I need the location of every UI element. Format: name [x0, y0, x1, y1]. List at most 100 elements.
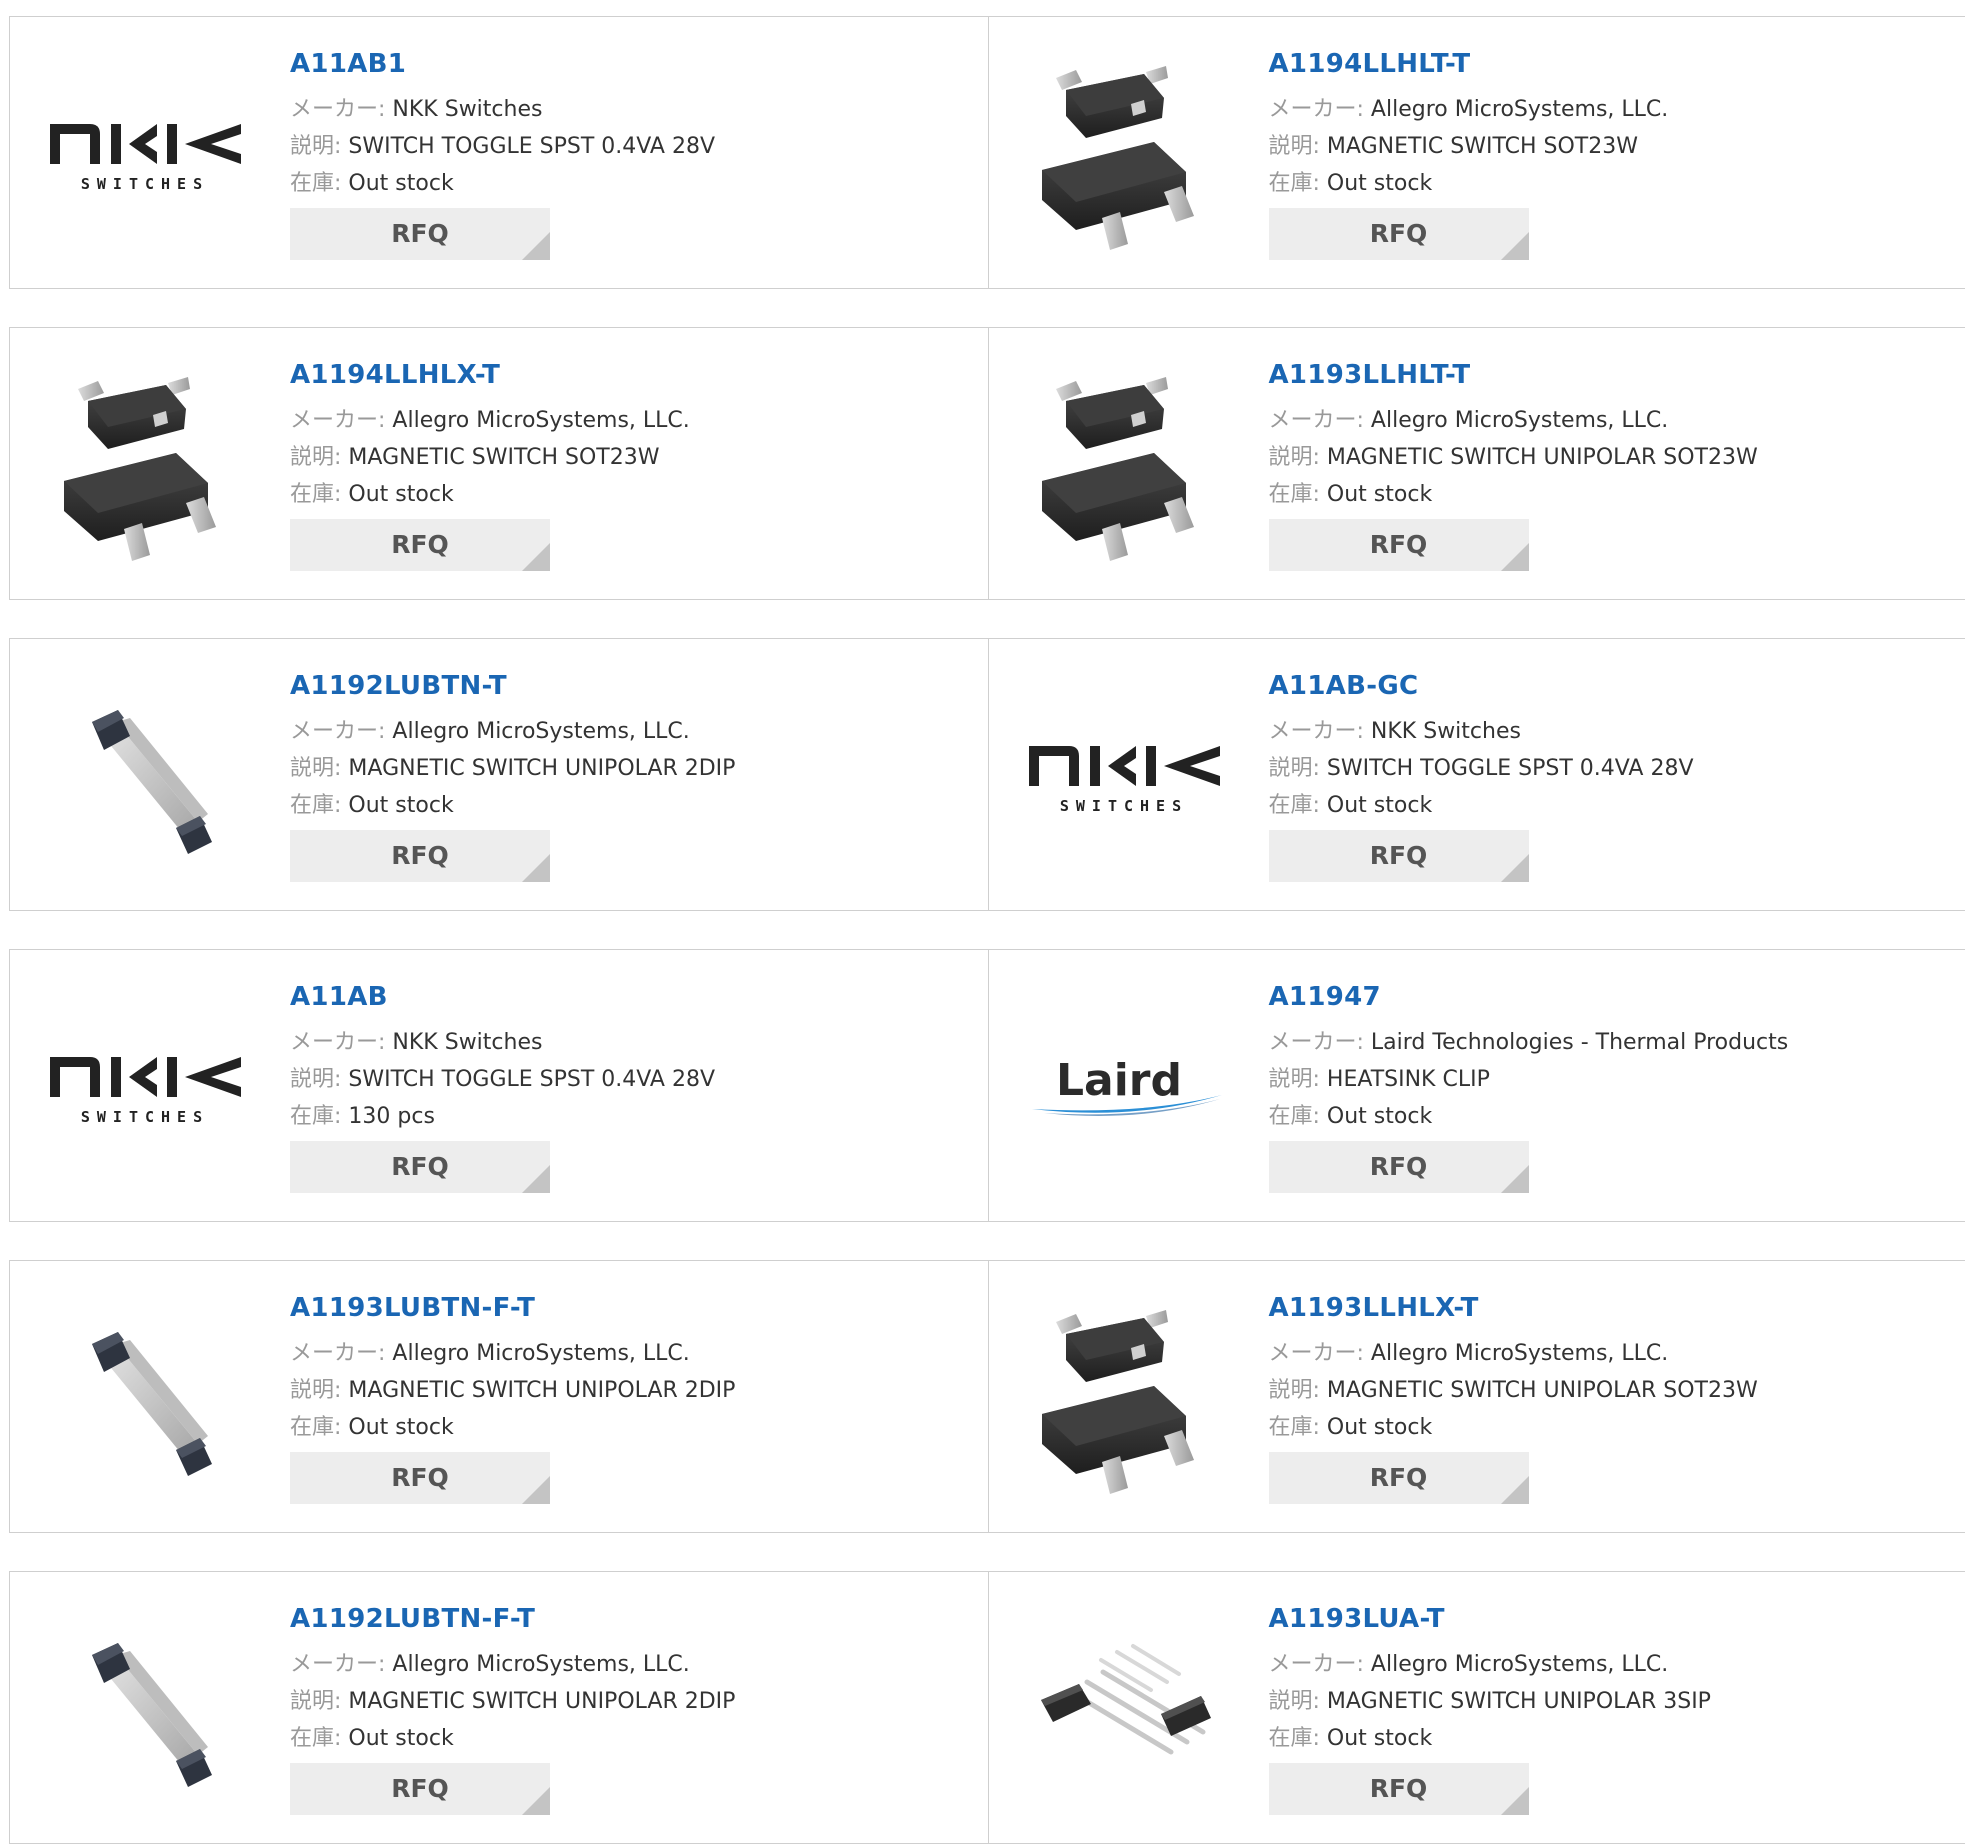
rfq-button[interactable]: RFQ	[290, 1452, 550, 1504]
rfq-button-label: RFQ	[1370, 1463, 1428, 1492]
part-number-link[interactable]: A1193LUA-T	[1269, 1602, 1711, 1636]
part-number-link[interactable]: A1194LLHLX-T	[290, 358, 690, 392]
part-number-link[interactable]: A11947	[1269, 980, 1789, 1014]
product-image[interactable]: Laird	[1024, 988, 1229, 1188]
rfq-button[interactable]: RFQ	[290, 830, 550, 882]
maker-value: Laird Technologies - Thermal Products	[1371, 1030, 1788, 1055]
maker-line: メーカー: NKK Switches	[290, 1024, 715, 1061]
part-number-link[interactable]: A1193LLHLT-T	[1269, 358, 1758, 392]
maker-value: Allegro MicroSystems, LLC.	[1371, 1652, 1668, 1677]
rfq-corner-decoration	[522, 1787, 550, 1815]
stock-value: Out stock	[348, 171, 453, 196]
part-number-link[interactable]: A1192LUBTN-F-T	[290, 1602, 735, 1636]
product-image[interactable]	[1024, 55, 1229, 255]
rfq-button-label: RFQ	[391, 1152, 449, 1181]
part-number-link[interactable]: A1193LUBTN-F-T	[290, 1291, 735, 1325]
part-number-link[interactable]: A1193LLHLX-T	[1269, 1291, 1758, 1325]
rfq-button[interactable]: RFQ	[1269, 1452, 1529, 1504]
rfq-button-label: RFQ	[391, 841, 449, 870]
product-row: A1192LUBTN-Tメーカー: Allegro MicroSystems, …	[9, 638, 1965, 911]
rfq-corner-decoration	[1501, 1476, 1529, 1504]
stock-value: Out stock	[348, 482, 453, 507]
stock-value: Out stock	[1327, 482, 1432, 507]
stock-value: Out stock	[1327, 1726, 1432, 1751]
stock-value: Out stock	[1327, 1104, 1432, 1129]
product-image[interactable]: SWITCHES	[1024, 677, 1229, 877]
rfq-button[interactable]: RFQ	[290, 1763, 550, 1815]
description-line: 説明: MAGNETIC SWITCH UNIPOLAR 2DIP	[290, 1683, 735, 1720]
product-image[interactable]	[45, 1299, 250, 1499]
maker-line: メーカー: Allegro MicroSystems, LLC.	[1269, 1335, 1758, 1372]
sot23-chip-image	[58, 371, 238, 561]
description-line: 説明: MAGNETIC SWITCH UNIPOLAR SOT23W	[1269, 1372, 1758, 1409]
description-label: 説明:	[290, 134, 341, 159]
rfq-button[interactable]: RFQ	[290, 519, 550, 571]
rfq-button[interactable]: RFQ	[1269, 208, 1529, 260]
product-image[interactable]	[1024, 1610, 1229, 1810]
product-card: Laird A11947メーカー: Laird Technologies - T…	[988, 950, 1965, 1221]
rfq-corner-decoration	[1501, 543, 1529, 571]
product-image[interactable]	[45, 1610, 250, 1810]
description-label: 説明:	[290, 1689, 341, 1714]
part-number-link[interactable]: A11AB1	[290, 47, 715, 81]
stock-line: 在庫: Out stock	[1269, 476, 1758, 513]
rfq-button[interactable]: RFQ	[1269, 1141, 1529, 1193]
nkk-logo: SWITCHES	[45, 110, 250, 200]
product-info: A1193LUBTN-F-T メーカー: Allegro MicroSystems…	[290, 1291, 735, 1504]
product-card: A1194LLHLX-Tメーカー: Allegro MicroSystems, …	[10, 328, 988, 599]
product-image[interactable]: SWITCHES	[45, 55, 250, 255]
maker-label: メーカー:	[290, 1030, 385, 1055]
description-label: 説明:	[290, 756, 341, 781]
product-row: A1194LLHLX-Tメーカー: Allegro MicroSystems, …	[9, 327, 1965, 600]
product-image[interactable]	[45, 677, 250, 877]
rfq-corner-decoration	[522, 232, 550, 260]
stock-value: Out stock	[1327, 793, 1432, 818]
product-card: A1193LUA-T メーカー: Allegro MicroSystems, LL…	[988, 1572, 1965, 1843]
product-image[interactable]	[1024, 1299, 1229, 1499]
rfq-button[interactable]: RFQ	[1269, 519, 1529, 571]
maker-value: Allegro MicroSystems, LLC.	[1371, 1341, 1668, 1366]
stock-label: 在庫:	[1269, 1104, 1320, 1129]
rfq-button[interactable]: RFQ	[1269, 1763, 1529, 1815]
description-line: 説明: SWITCH TOGGLE SPST 0.4VA 28V	[1269, 750, 1694, 787]
part-number-link[interactable]: A1192LUBTN-T	[290, 669, 735, 703]
stock-value: Out stock	[348, 793, 453, 818]
description-value: MAGNETIC SWITCH UNIPOLAR 2DIP	[348, 1689, 735, 1714]
part-number-link[interactable]: A11AB-GC	[1269, 669, 1694, 703]
description-value: MAGNETIC SWITCH UNIPOLAR 3SIP	[1327, 1689, 1711, 1714]
stock-line: 在庫: Out stock	[290, 476, 690, 513]
description-label: 説明:	[1269, 1067, 1320, 1092]
stock-line: 在庫: Out stock	[1269, 1409, 1758, 1446]
part-number-link[interactable]: A11AB	[290, 980, 715, 1014]
product-image[interactable]: SWITCHES	[45, 988, 250, 1188]
description-line: 説明: MAGNETIC SWITCH UNIPOLAR SOT23W	[1269, 439, 1758, 476]
maker-label: メーカー:	[1269, 408, 1364, 433]
rfq-button[interactable]: RFQ	[1269, 830, 1529, 882]
product-info: A1192LUBTN-F-Tメーカー: Allegro MicroSystems…	[290, 1602, 735, 1815]
part-number-link[interactable]: A1194LLHLT-T	[1269, 47, 1669, 81]
product-card: A1193LUBTN-F-T メーカー: Allegro MicroSystems…	[10, 1261, 988, 1532]
product-image[interactable]	[1024, 366, 1229, 566]
rfq-button[interactable]: RFQ	[290, 208, 550, 260]
rfq-button[interactable]: RFQ	[290, 1141, 550, 1193]
nkk-logo-sub: SWITCHES	[1059, 797, 1187, 815]
description-value: SWITCH TOGGLE SPST 0.4VA 28V	[1327, 756, 1694, 781]
rfq-button-label: RFQ	[1370, 530, 1428, 559]
stock-label: 在庫:	[290, 171, 341, 196]
description-label: 説明:	[290, 1378, 341, 1403]
rfq-button-label: RFQ	[391, 1463, 449, 1492]
product-info: A11ABメーカー: NKK Switches説明: SWITCH TOGGLE…	[290, 980, 715, 1193]
maker-value: NKK Switches	[392, 1030, 542, 1055]
description-line: 説明: MAGNETIC SWITCH SOT23W	[290, 439, 690, 476]
maker-line: メーカー: Allegro MicroSystems, LLC.	[1269, 1646, 1711, 1683]
product-card: SWITCHES A11AB-GCメーカー: NKK Switches説明: S…	[988, 639, 1965, 910]
product-info: A1193LLHLX-T メーカー: Allegro MicroSystems, …	[1269, 1291, 1758, 1504]
description-value: MAGNETIC SWITCH UNIPOLAR SOT23W	[1327, 445, 1758, 470]
maker-line: メーカー: Allegro MicroSystems, LLC.	[290, 1335, 735, 1372]
rfq-corner-decoration	[1501, 854, 1529, 882]
product-info: A11AB-GCメーカー: NKK Switches説明: SWITCH TOG…	[1269, 669, 1694, 882]
description-line: 説明: MAGNETIC SWITCH SOT23W	[1269, 128, 1669, 165]
product-image[interactable]	[45, 366, 250, 566]
product-card: SWITCHES A11AB1メーカー: NKK Switches説明: SWI…	[10, 17, 988, 288]
stock-label: 在庫:	[290, 1415, 341, 1440]
